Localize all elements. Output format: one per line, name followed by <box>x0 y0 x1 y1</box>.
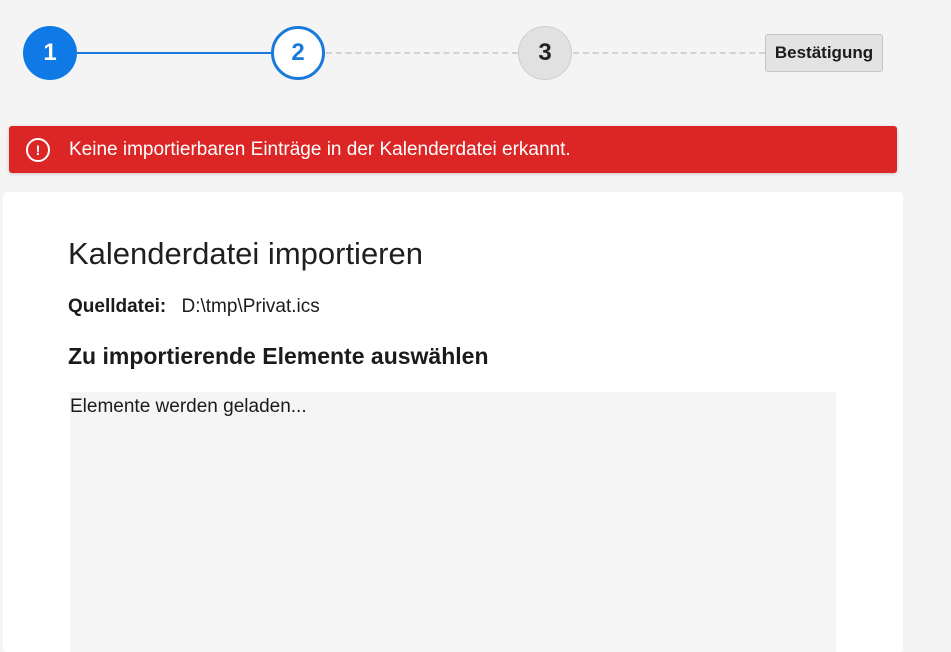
source-file-label: Quelldatei: <box>68 296 167 317</box>
step-connector-pending <box>573 52 765 54</box>
error-banner: ! Keine importierbaren Einträge in der K… <box>9 126 897 173</box>
page-title: Kalenderdatei importieren <box>68 236 423 271</box>
step-3-indicator[interactable]: 3 <box>518 26 572 80</box>
source-file-path: D:\tmp\Privat.ics <box>181 296 320 317</box>
step-2-indicator[interactable]: 2 <box>271 26 325 80</box>
wizard-stepper: 1 2 3 Bestätigung <box>0 0 951 110</box>
error-exclamation-icon: ! <box>26 137 50 162</box>
section-heading: Zu importierende Elemente auswählen <box>68 343 489 369</box>
source-file-row: Quelldatei: D:\tmp\Privat.ics <box>68 296 320 318</box>
confirmation-step-button[interactable]: Bestätigung <box>765 34 883 72</box>
step-connector-completed <box>76 52 272 54</box>
step-1-indicator[interactable]: 1 <box>23 26 77 80</box>
items-list[interactable]: Elemente werden geladen... <box>70 392 836 652</box>
import-card: Kalenderdatei importieren Quelldatei: D:… <box>3 192 903 652</box>
step-connector-pending <box>326 52 518 54</box>
error-message: Keine importierbaren Einträge in der Kal… <box>69 138 571 160</box>
loading-text: Elemente werden geladen... <box>70 396 307 417</box>
